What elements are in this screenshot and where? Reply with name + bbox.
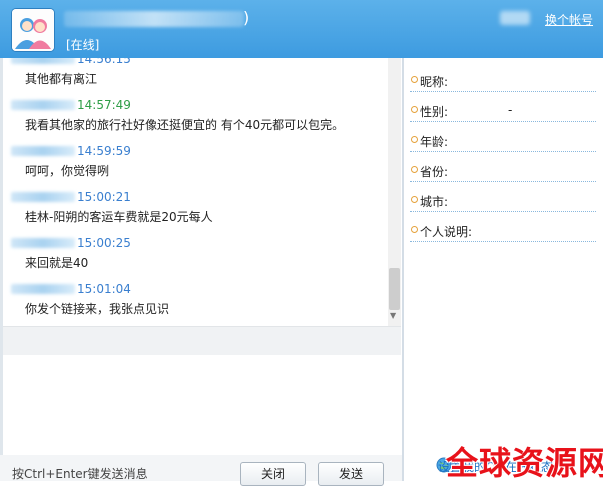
message-time: 15:00:25: [77, 236, 131, 250]
chat-message: 14:59:59 呵呵，你觉得咧: [3, 141, 387, 187]
message-text: 其他都有离江: [25, 72, 98, 86]
watermark-logo: 全球资源网: [446, 444, 603, 482]
user-avatar-icon: [12, 9, 54, 51]
info-row: 省份:: [410, 153, 596, 182]
chat-message: 15:00:25 来回就是40: [3, 233, 387, 279]
bullet-icon: [411, 196, 418, 203]
message-time: 15:01:04: [77, 282, 131, 296]
info-label: 城市:: [420, 195, 449, 209]
scroll-down-arrow-icon[interactable]: ▼: [390, 311, 396, 320]
online-status: [在线]: [66, 38, 100, 52]
chat-history[interactable]: 14:56:15 其他都有离江 14:57:49 我看其他家的旅行社好像还挺便宜的 有…: [3, 58, 401, 326]
message-input[interactable]: [3, 355, 401, 455]
info-row: 性别: -: [410, 93, 596, 122]
scrollbar-thumb[interactable]: [389, 268, 400, 310]
message-header: 14:56:15: [11, 58, 131, 69]
info-label: 个人说明:: [420, 225, 473, 239]
sender-name-blurred: [11, 284, 75, 294]
contact-info-panel: 昵称: 性别: - 年龄: 省份: 城市: 个人说明:: [404, 58, 603, 481]
chat-message: 14:56:15 其他都有离江: [3, 58, 387, 95]
chat-message: 15:00:21 桂林-阳朔的客运车费就是20元每人: [3, 187, 387, 233]
switch-account-link[interactable]: 换个帐号: [545, 11, 593, 28]
contact-name-blurred: [64, 11, 244, 27]
sender-name-blurred: [11, 192, 75, 202]
contact-name-suffix: ): [243, 8, 250, 27]
message-time: 14:59:59: [77, 144, 131, 158]
message-text: 你发个链接来，我张点见识: [25, 302, 170, 316]
info-row: 城市:: [410, 183, 596, 212]
message-header: 15:00:21: [11, 187, 131, 207]
info-row: 年龄:: [410, 123, 596, 152]
avatar[interactable]: [12, 9, 54, 51]
bullet-icon: [411, 226, 418, 233]
chat-header: ) [在线] 换个帐号: [0, 0, 603, 58]
message-time: 14:56:15: [77, 58, 131, 66]
account-name-blurred: [500, 11, 530, 25]
bullet-icon: [411, 106, 418, 113]
message-text: 我看其他家的旅行社好像还挺便宜的 有个40元都可以包完。: [25, 118, 345, 132]
info-label: 性别:: [420, 105, 449, 119]
bullet-icon: [411, 166, 418, 173]
message-text: 桂林-阳朔的客运车费就是20元每人: [25, 210, 213, 224]
info-row: 昵称:: [410, 63, 596, 92]
message-list: 14:56:15 其他都有离江 14:57:49 我看其他家的旅行社好像还挺便宜的 有…: [3, 58, 387, 325]
bullet-icon: [411, 76, 418, 83]
chat-message: 14:57:49 我看其他家的旅行社好像还挺便宜的 有个40元都可以包完。: [3, 95, 387, 141]
message-text: 来回就是40: [25, 256, 89, 270]
chat-message: 15:01:04 你发个链接来，我张点见识: [3, 279, 387, 325]
message-time: 15:00:21: [77, 190, 131, 204]
input-toolbar: [3, 326, 401, 355]
close-button[interactable]: 关闭: [240, 462, 306, 486]
message-header: 15:00:25: [11, 233, 131, 253]
info-label: 年龄:: [420, 135, 449, 149]
message-header: 14:59:59: [11, 141, 131, 161]
info-label: 昵称:: [420, 75, 449, 89]
sender-name-blurred: [11, 146, 75, 156]
info-label: 省份:: [420, 165, 449, 179]
sender-name-blurred: [11, 100, 75, 110]
info-value: -: [508, 103, 513, 117]
chat-scrollbar[interactable]: ▼: [388, 58, 401, 326]
message-text: 呵呵，你觉得咧: [25, 164, 110, 178]
send-button[interactable]: 发送: [318, 462, 384, 486]
bullet-icon: [411, 136, 418, 143]
message-time: 14:57:49: [77, 98, 131, 112]
sender-name-blurred: [11, 238, 75, 248]
bottom-bar: 按Ctrl+Enter键发送消息 关闭 发送: [0, 455, 404, 486]
message-header: 15:01:04: [11, 279, 131, 299]
info-row: 个人说明:: [410, 213, 596, 242]
message-header: 14:57:49: [11, 95, 131, 115]
sender-name-blurred: [11, 58, 75, 64]
send-hint: 按Ctrl+Enter键发送消息: [12, 467, 148, 481]
